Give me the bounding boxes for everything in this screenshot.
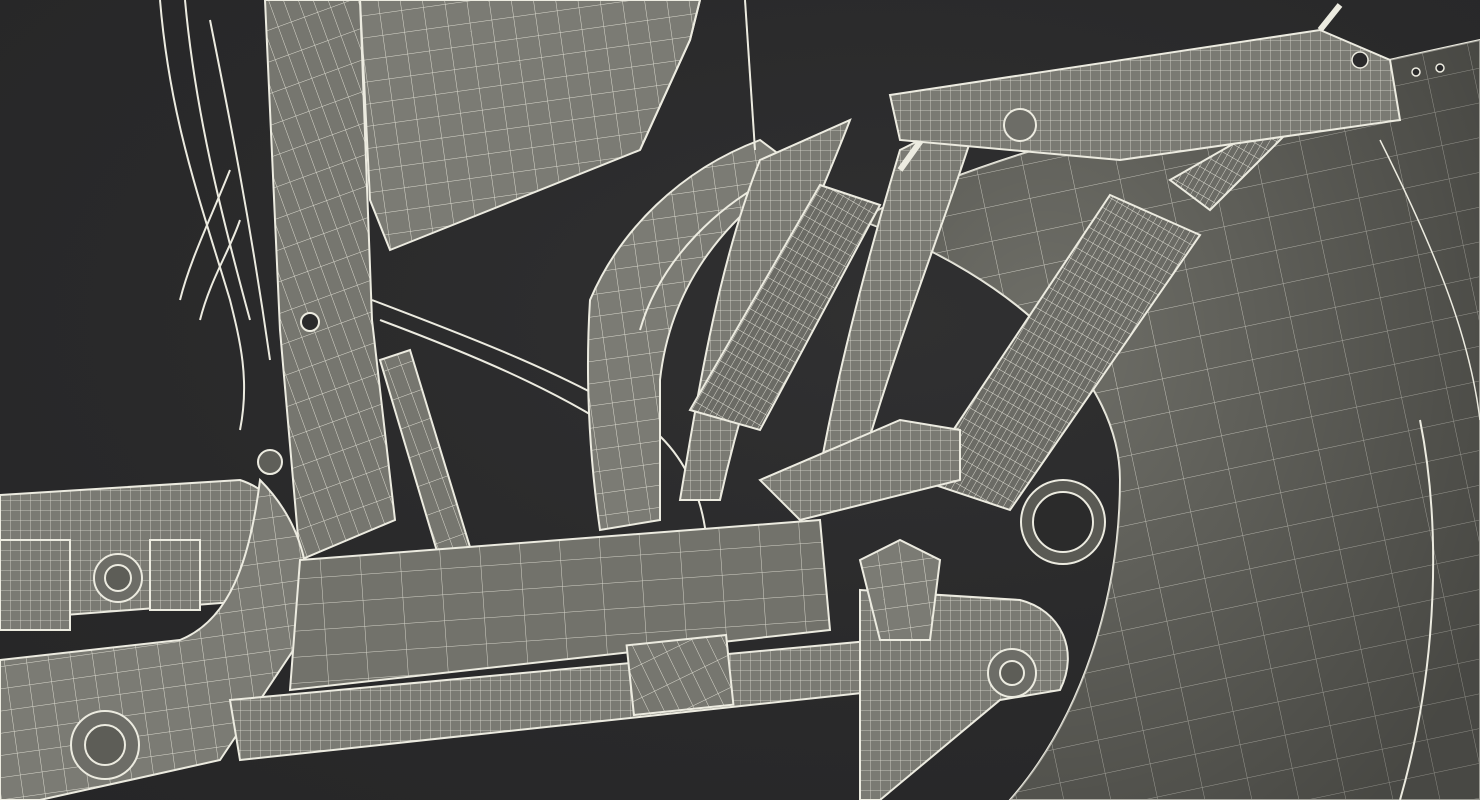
beam-collar [625,633,735,717]
bracket-bolt-icon [1003,108,1037,142]
antenna-rod [744,0,756,151]
bracket-hole-icon [1351,51,1369,69]
bolt-hole-icon [300,312,320,332]
cylinder-port [1020,479,1106,565]
push-beam [228,518,892,762]
wireframe-render [0,0,1480,800]
render-viewport [0,0,1480,800]
bolt-icon [257,449,283,475]
